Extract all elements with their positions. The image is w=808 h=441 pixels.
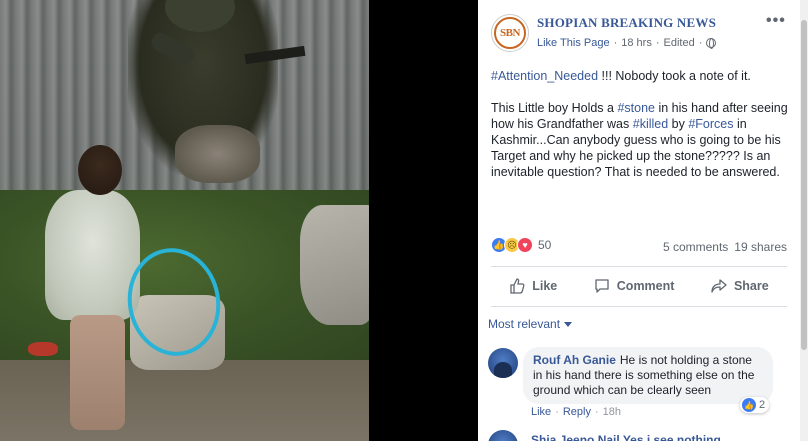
action-bar: Like Comment Share xyxy=(491,271,787,301)
comment-like-link[interactable]: Like xyxy=(531,406,551,418)
boy-head xyxy=(78,145,122,195)
comment-reply-link[interactable]: Reply xyxy=(563,406,591,418)
comment-actions: Like · Reply · 18h xyxy=(531,406,621,418)
post-paragraph-2: This Little boy Holds a #stone in his ha… xyxy=(491,100,791,180)
red-cloth xyxy=(28,342,58,356)
caret-down-icon xyxy=(564,321,573,327)
hashtag-stone[interactable]: #stone xyxy=(617,101,655,115)
post-stats: 5 comments 19 shares xyxy=(663,240,787,254)
logo-text: SBN xyxy=(500,27,520,39)
boy-body xyxy=(45,190,140,320)
share-button-label: Share xyxy=(733,279,769,293)
comment-reaction-badge[interactable]: 👍 2 xyxy=(740,397,770,413)
post-meta: Like This Page · 18 hrs · Edited · xyxy=(537,37,717,49)
reaction-count[interactable]: 50 xyxy=(538,238,551,252)
shares-count[interactable]: 19 shares xyxy=(734,240,787,254)
next-comment-preview[interactable]: Shia Jeeno Nail Yes i see nothing xyxy=(531,433,781,441)
large-rock xyxy=(300,205,369,325)
post-time[interactable]: 18 hrs xyxy=(621,37,652,49)
cloth-bundle xyxy=(175,125,260,183)
more-dots-icon[interactable]: ••• xyxy=(766,12,786,30)
like-button-label: Like xyxy=(532,279,558,293)
comment-button-label: Comment xyxy=(616,279,675,293)
comment-like-reaction-icon: 👍 xyxy=(742,398,756,412)
divider-top xyxy=(491,266,787,267)
comments-count[interactable]: 5 comments xyxy=(663,240,728,254)
post-photo[interactable] xyxy=(0,0,369,441)
commenter-avatar[interactable] xyxy=(488,348,518,378)
thumbs-up-icon xyxy=(510,278,525,294)
reaction-summary[interactable]: 👍 ☹ ♥ 50 xyxy=(491,237,551,253)
hashtag-attention-needed[interactable]: #Attention_Needed xyxy=(491,69,598,83)
meta-separator-3: · xyxy=(698,37,703,49)
comment-time[interactable]: 18h xyxy=(603,406,621,418)
comment-sort-dropdown[interactable]: Most relevant xyxy=(488,317,573,331)
like-page-link[interactable]: Like This Page xyxy=(537,37,610,49)
avatar-person xyxy=(494,362,512,378)
sbn-logo: SBN xyxy=(494,17,526,49)
page-avatar[interactable]: SBN xyxy=(491,14,529,52)
p2-text-a: This Little boy Holds a xyxy=(491,101,618,115)
comment-author[interactable]: Rouf Ah Ganie xyxy=(533,353,616,367)
next-commenter-avatar[interactable] xyxy=(488,430,518,441)
comment-button[interactable]: Comment xyxy=(594,278,675,294)
comment-sep-2: · xyxy=(594,406,599,418)
comment-bubble: Rouf Ah Ganie He is not holding a stone i… xyxy=(523,347,773,404)
share-button[interactable]: Share xyxy=(711,278,769,294)
sort-label: Most relevant xyxy=(488,317,561,331)
meta-separator: · xyxy=(613,37,618,49)
edited-label[interactable]: Edited xyxy=(664,37,695,49)
p1-text: !!! Nobody took a note of it. xyxy=(598,69,751,83)
share-arrow-icon xyxy=(711,279,727,293)
comment-sep-1: · xyxy=(555,406,559,418)
divider-bottom xyxy=(491,306,787,307)
love-reaction-icon: ♥ xyxy=(517,237,533,253)
page-name-link[interactable]: SHOPIAN BREAKING NEWS xyxy=(537,15,716,31)
post-paragraph-1: #Attention_Needed !!! Nobody took a note… xyxy=(491,68,791,84)
boy-legs xyxy=(70,315,125,430)
hashtag-killed[interactable]: #killed xyxy=(633,117,668,131)
comment-icon xyxy=(595,279,609,293)
dirt-ground xyxy=(0,360,369,441)
like-button[interactable]: Like xyxy=(509,278,557,294)
comment-reaction-count: 2 xyxy=(759,399,766,411)
hashtag-forces[interactable]: #Forces xyxy=(688,117,733,131)
meta-separator-2: · xyxy=(655,37,660,49)
post-panel: SBN SHOPIAN BREAKING NEWS Like This Page… xyxy=(478,0,800,441)
post-text: #Attention_Needed !!! Nobody took a note… xyxy=(491,68,791,196)
globe-icon xyxy=(706,38,717,49)
scrollbar-thumb[interactable] xyxy=(801,20,807,350)
p2-text-c: by xyxy=(668,117,689,131)
